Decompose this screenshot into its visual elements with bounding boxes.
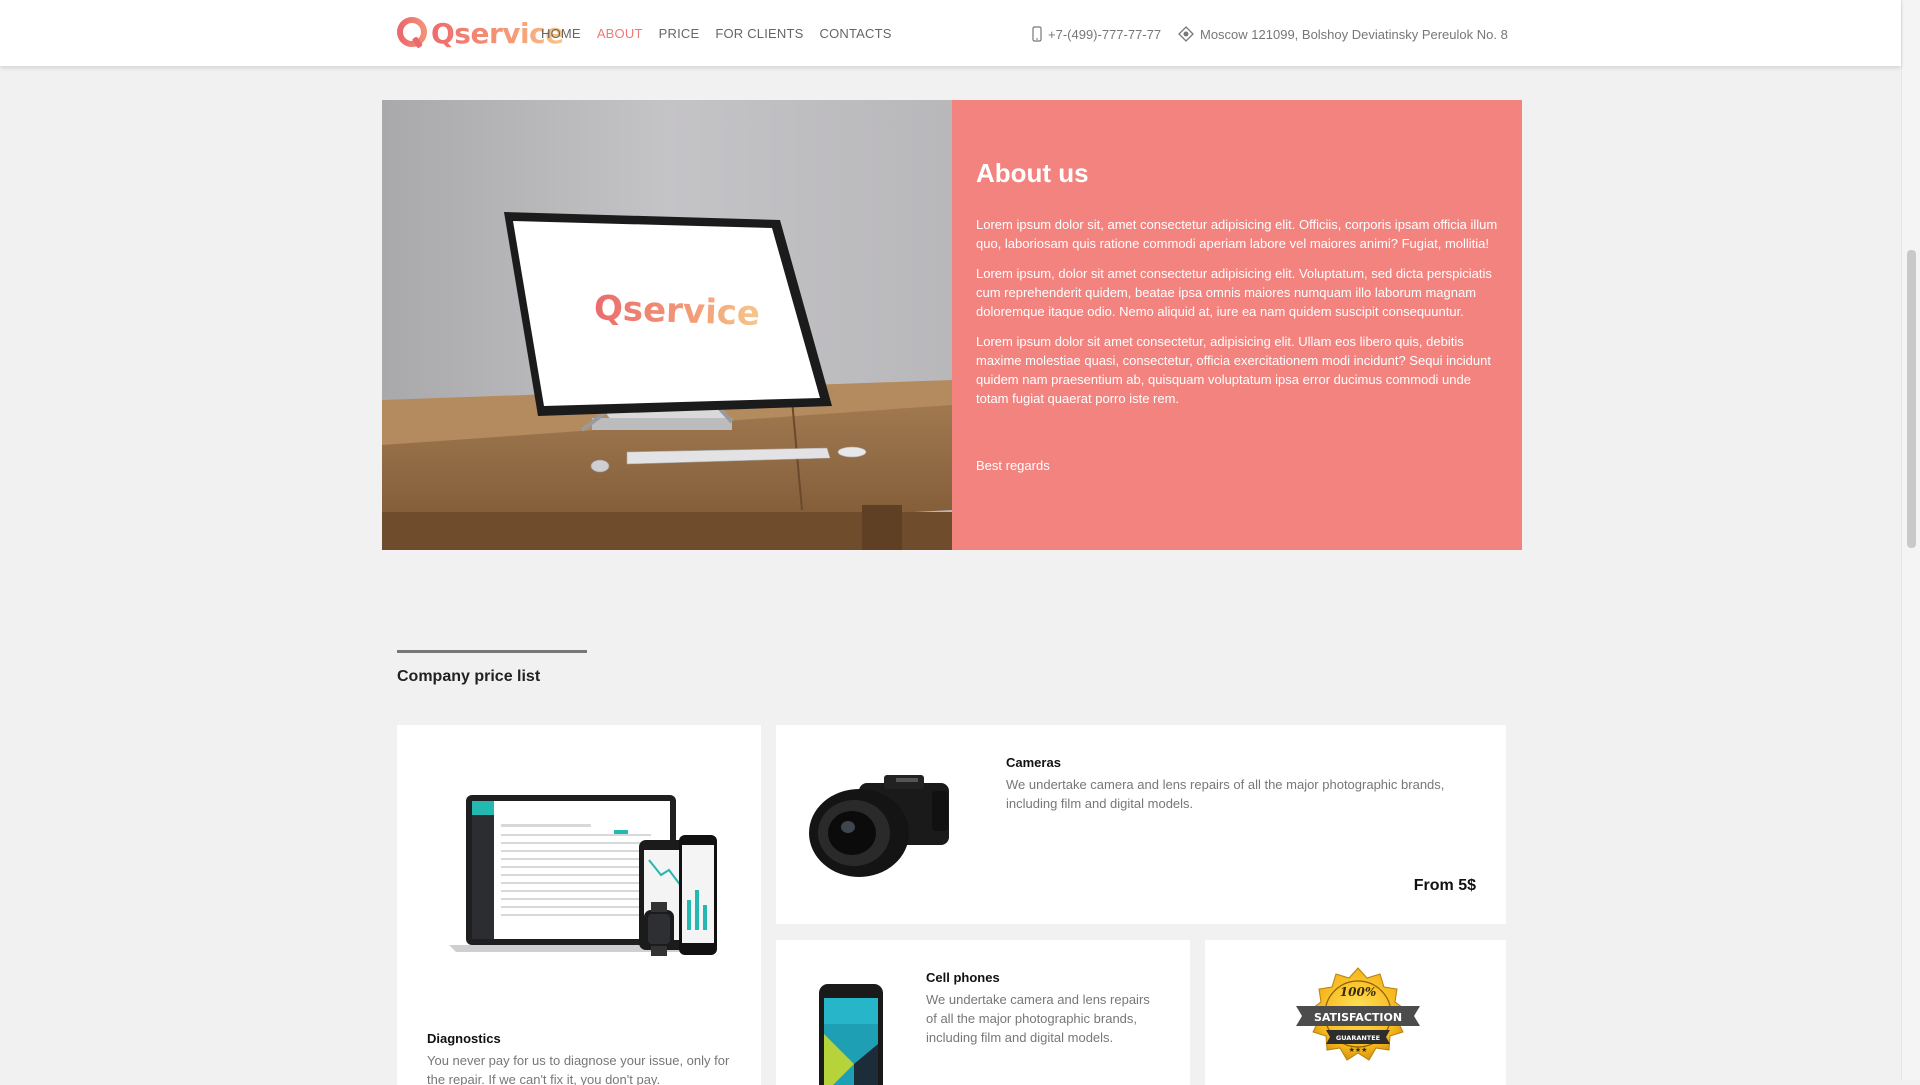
cameras-price: From 5$ bbox=[1413, 877, 1476, 894]
card-cell-phones[interactable]: Cell phones We undertake camera and lens… bbox=[776, 940, 1190, 1085]
cameras-desc: We undertake camera and lens repairs of … bbox=[1006, 777, 1445, 811]
devices-illustration bbox=[449, 795, 717, 956]
about-panel: About us Lorem ipsum dolor sit, amet con… bbox=[952, 100, 1522, 550]
screen-logo: Qservice bbox=[593, 288, 760, 334]
main-nav: HOME ABOUT PRICE FOR CLIENTS CONTACTS bbox=[541, 26, 908, 41]
about-paragraph-3: Lorem ipsum dolor sit amet consectetur, … bbox=[976, 334, 1491, 406]
nav-price[interactable]: PRICE bbox=[659, 26, 700, 41]
logo-q-icon bbox=[397, 17, 427, 48]
about-title: About us bbox=[976, 158, 1089, 188]
nav-home[interactable]: HOME bbox=[541, 26, 581, 41]
cell-phone-illustration bbox=[819, 984, 883, 1085]
about-paragraph-1: Lorem ipsum dolor sit, amet consectetur … bbox=[976, 217, 1498, 251]
about-paragraph-2: Lorem ipsum, dolor sit amet consectetur … bbox=[976, 266, 1492, 319]
address-contact[interactable]: Moscow 121099, Bolshoy Deviatinsky Pereu… bbox=[1178, 26, 1508, 42]
nav-about[interactable]: ABOUT bbox=[597, 26, 643, 41]
badge-top-text: 100% bbox=[1340, 985, 1376, 999]
address-text: Moscow 121099, Bolshoy Deviatinsky Pereu… bbox=[1200, 26, 1508, 42]
site-header: Qservice HOME ABOUT PRICE FOR CLIENTS CO… bbox=[0, 0, 1901, 66]
phone-contact[interactable]: +7-(499)-777-77-77 bbox=[1032, 26, 1161, 42]
card-diagnostics[interactable]: Diagnostics You never pay for us to diag… bbox=[397, 725, 761, 1085]
cell-phones-desc: We undertake camera and lens repairs of … bbox=[926, 992, 1150, 1045]
camera-illustration bbox=[809, 775, 949, 877]
diagnostics-title: Diagnostics bbox=[427, 1031, 501, 1046]
about-regards: Best regards bbox=[976, 458, 1050, 473]
section-divider bbox=[397, 650, 587, 653]
nav-contacts[interactable]: CONTACTS bbox=[820, 26, 892, 41]
logo[interactable]: Qservice bbox=[396, 14, 564, 52]
phone-number: +7-(499)-777-77-77 bbox=[1048, 26, 1162, 42]
desk-computer-illustration: Qservice bbox=[382, 100, 952, 550]
card-guarantee[interactable]: 100% SATISFACTION GUARANTEE ★★★ bbox=[1205, 940, 1506, 1085]
price-list-title: Company price list bbox=[397, 668, 541, 685]
cameras-title: Cameras bbox=[1006, 755, 1061, 770]
location-icon bbox=[1178, 26, 1194, 42]
badge-stars-icon: ★★★ bbox=[1349, 1046, 1368, 1054]
page-scrollbar[interactable] bbox=[1901, 0, 1920, 1080]
badge-bottom-text: GUARANTEE bbox=[1336, 1034, 1380, 1042]
card-cameras[interactable]: Cameras We undertake camera and lens rep… bbox=[776, 725, 1506, 924]
cell-phones-title: Cell phones bbox=[926, 970, 1000, 985]
scrollbar-thumb[interactable] bbox=[1907, 250, 1916, 548]
about-image: Qservice bbox=[382, 100, 952, 550]
satisfaction-badge-icon: 100% SATISFACTION GUARANTEE ★★★ bbox=[1296, 967, 1420, 1061]
badge-mid-text: SATISFACTION bbox=[1314, 1011, 1402, 1024]
nav-for-clients[interactable]: FOR CLIENTS bbox=[715, 26, 803, 41]
phone-icon bbox=[1032, 26, 1042, 42]
